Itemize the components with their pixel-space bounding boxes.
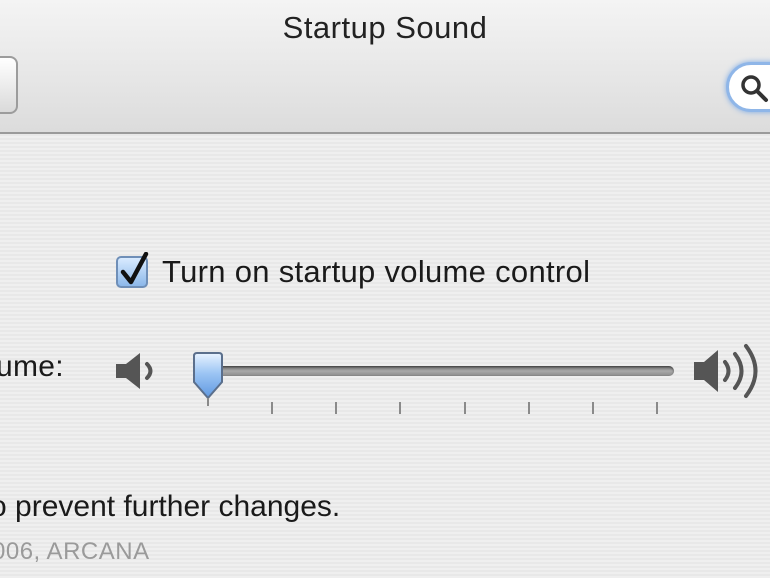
preference-window: Startup Sound Turn on startup volume con… (0, 0, 770, 578)
volume-label: ume: (0, 350, 64, 383)
slider-thumb[interactable] (188, 352, 228, 408)
startup-volume-row: Turn on startup volume control (116, 250, 590, 294)
speaker-loud-icon (694, 344, 758, 398)
copyright-text: 006, ARCANA (0, 538, 150, 565)
slider-tick (656, 402, 658, 414)
search-icon (741, 75, 768, 102)
slider-tick (463, 402, 466, 414)
slider-tick (271, 402, 274, 414)
slider-tick (591, 402, 594, 414)
lock-message: o prevent further changes. (0, 490, 341, 523)
speaker-quiet-icon (116, 353, 153, 389)
slider-tick (527, 402, 530, 414)
checkmark-icon (120, 252, 149, 285)
slider-track (200, 366, 674, 376)
titlebar: Startup Sound (0, 0, 770, 134)
volume-slider[interactable] (190, 348, 680, 418)
startup-volume-checkbox[interactable] (116, 252, 149, 288)
back-button[interactable] (0, 56, 18, 114)
window-title: Startup Sound (282, 10, 488, 45)
slider-tick (399, 402, 402, 414)
startup-volume-label: Turn on startup volume control (162, 254, 591, 289)
search-field[interactable] (726, 62, 770, 112)
slider-tick (335, 402, 338, 414)
